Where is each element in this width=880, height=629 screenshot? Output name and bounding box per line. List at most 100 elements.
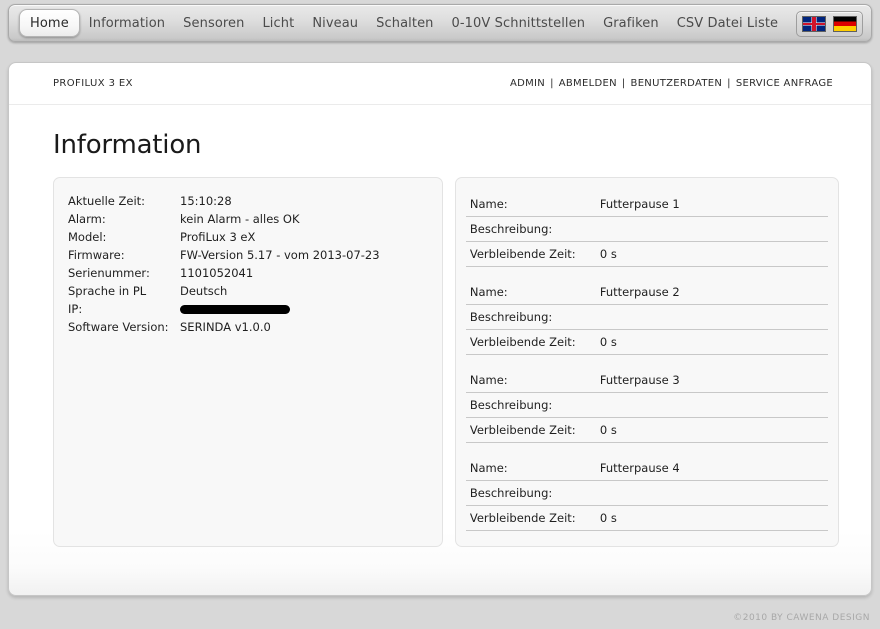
info-label: Firmware: xyxy=(68,248,125,262)
fp-row-description: Beschreibung: xyxy=(465,481,828,506)
card-header: PROFILUX 3 EX ADMIN | ABMELDEN | BENUTZE… xyxy=(9,63,871,105)
panels-container: Aktuelle Zeit: 15:10:28 Alarm: kein Alar… xyxy=(9,160,871,547)
fp-value-remaining: 0 s xyxy=(599,423,617,437)
nav-item-label: Grafiken xyxy=(603,15,659,31)
nav-item-label: Information xyxy=(88,15,166,31)
feeding-pause-group: Name: Futterpause 1 Beschreibung: Verble… xyxy=(465,192,828,267)
nav-item-grafiken[interactable]: Grafiken xyxy=(594,5,668,41)
info-label: Software Version: xyxy=(68,320,169,334)
info-label: Sprache in PL xyxy=(68,284,147,298)
fp-label-name: Name: xyxy=(469,461,508,475)
fp-value-remaining: 0 s xyxy=(599,247,617,261)
header-link-list: ADMIN | ABMELDEN | BENUTZERDATEN | SERVI… xyxy=(510,78,833,89)
feeding-pauses-panel: Name: Futterpause 1 Beschreibung: Verble… xyxy=(454,177,839,547)
link-separator: | xyxy=(727,78,731,89)
fp-label-name: Name: xyxy=(469,197,508,211)
info-row-serienummer: Serienummer: 1101052041 xyxy=(68,264,442,282)
info-value: kein Alarm - alles OK xyxy=(180,212,300,226)
nav-item-label: Home xyxy=(30,15,69,31)
language-switcher xyxy=(796,11,863,37)
header-link-benutzerdaten[interactable]: BENUTZERDATEN xyxy=(631,78,723,89)
fp-row-remaining: Verbleibende Zeit: 0 s xyxy=(465,330,828,355)
link-separator: | xyxy=(621,78,626,89)
nav-item-label: Schalten xyxy=(376,15,434,31)
nav-item-label: Niveau xyxy=(312,15,359,31)
fp-label-description: Beschreibung: xyxy=(469,398,553,412)
fp-label-name: Name: xyxy=(469,285,508,299)
header-link-admin[interactable]: ADMIN xyxy=(510,78,545,89)
info-value: FW-Version 5.17 - vom 2013-07-23 xyxy=(180,248,380,262)
info-value: 15:10:28 xyxy=(180,194,232,208)
feeding-pause-group: Name: Futterpause 3 Beschreibung: Verble… xyxy=(465,368,828,443)
header-link-abmelden[interactable]: ABMELDEN xyxy=(559,78,617,89)
info-value: SERINDA v1.0.0 xyxy=(180,320,271,334)
info-value-redacted xyxy=(180,302,290,316)
fp-label-description: Beschreibung: xyxy=(469,486,553,500)
info-value: 1101052041 xyxy=(180,266,254,280)
flag-uk-icon[interactable] xyxy=(802,16,826,32)
fp-row-remaining: Verbleibende Zeit: 0 s xyxy=(465,418,828,443)
redaction-bar xyxy=(180,305,290,314)
main-content-card: PROFILUX 3 EX ADMIN | ABMELDEN | BENUTZE… xyxy=(8,62,872,596)
nav-item-label: 0-10V Schnittstellen xyxy=(451,15,586,31)
info-row-aktuelle-zeit: Aktuelle Zeit: 15:10:28 xyxy=(68,192,442,210)
info-row-sprache: Sprache in PL Deutsch xyxy=(68,282,442,300)
fp-label-remaining: Verbleibende Zeit: xyxy=(469,511,576,525)
header-link-service-anfrage[interactable]: SERVICE ANFRAGE xyxy=(736,78,833,89)
info-row-alarm: Alarm: kein Alarm - alles OK xyxy=(68,210,442,228)
fp-label-remaining: Verbleibende Zeit: xyxy=(469,335,576,349)
fp-row-description: Beschreibung: xyxy=(465,305,828,330)
fp-row-description: Beschreibung: xyxy=(465,393,828,418)
info-label: Serienummer: xyxy=(68,266,150,280)
fp-value-name: Futterpause 4 xyxy=(599,461,680,475)
link-separator: | xyxy=(550,78,554,89)
nav-item-sensoren[interactable]: Sensoren xyxy=(174,5,253,41)
info-row-firmware: Firmware: FW-Version 5.17 - vom 2013-07-… xyxy=(68,246,442,264)
page-title: Information xyxy=(53,130,202,160)
nav-item-list: Home Information Sensoren Licht Niveau S… xyxy=(9,5,814,41)
fp-value-name: Futterpause 3 xyxy=(599,373,680,387)
fp-row-name: Name: Futterpause 3 xyxy=(465,368,828,393)
nav-item-label: CSV Datei Liste xyxy=(676,15,779,31)
info-label: Alarm: xyxy=(68,212,106,226)
device-info-panel: Aktuelle Zeit: 15:10:28 Alarm: kein Alar… xyxy=(53,177,443,547)
nav-item-label: Licht xyxy=(262,15,295,31)
fp-row-description: Beschreibung: xyxy=(465,217,828,242)
footer-copyright: ©2010 BY CAWENA DESIGN xyxy=(733,613,870,623)
info-label: Aktuelle Zeit: xyxy=(68,194,146,208)
info-label: Model: xyxy=(68,230,107,244)
fp-row-remaining: Verbleibende Zeit: 0 s xyxy=(465,506,828,531)
fp-label-description: Beschreibung: xyxy=(469,222,553,236)
fp-value-remaining: 0 s xyxy=(599,511,617,525)
fp-label-name: Name: xyxy=(469,373,508,387)
nav-item-home[interactable]: Home xyxy=(19,9,80,37)
info-row-software-version: Software Version: SERINDA v1.0.0 xyxy=(68,318,442,336)
nav-item-label: Sensoren xyxy=(183,15,245,31)
device-name: PROFILUX 3 EX xyxy=(53,78,133,89)
fp-label-remaining: Verbleibende Zeit: xyxy=(469,423,576,437)
fp-value-name: Futterpause 1 xyxy=(599,197,680,211)
fp-row-remaining: Verbleibende Zeit: 0 s xyxy=(465,242,828,267)
fp-row-name: Name: Futterpause 4 xyxy=(465,456,828,481)
fp-row-name: Name: Futterpause 1 xyxy=(465,192,828,217)
feeding-pause-group: Name: Futterpause 2 Beschreibung: Verble… xyxy=(465,280,828,355)
nav-item-schalten[interactable]: Schalten xyxy=(367,5,442,41)
info-value: ProfiLux 3 eX xyxy=(180,230,256,244)
fp-row-name: Name: Futterpause 2 xyxy=(465,280,828,305)
fp-label-remaining: Verbleibende Zeit: xyxy=(469,247,576,261)
nav-item-licht[interactable]: Licht xyxy=(253,5,303,41)
top-navigation-bar: Home Information Sensoren Licht Niveau S… xyxy=(8,4,872,42)
info-row-model: Model: ProfiLux 3 eX xyxy=(68,228,442,246)
nav-item-information[interactable]: Information xyxy=(80,5,174,41)
nav-item-niveau[interactable]: Niveau xyxy=(303,5,367,41)
info-row-ip: IP: xyxy=(68,300,442,318)
nav-item-0-10v-schnittstellen[interactable]: 0-10V Schnittstellen xyxy=(443,5,595,41)
nav-item-csv-datei-liste[interactable]: CSV Datei Liste xyxy=(668,5,787,41)
feeding-pause-group: Name: Futterpause 4 Beschreibung: Verble… xyxy=(465,456,828,531)
fp-value-name: Futterpause 2 xyxy=(599,285,680,299)
fp-label-description: Beschreibung: xyxy=(469,310,553,324)
flag-de-icon[interactable] xyxy=(833,16,857,32)
info-value: Deutsch xyxy=(180,284,228,298)
fp-value-remaining: 0 s xyxy=(599,335,617,349)
info-label: IP: xyxy=(68,302,83,316)
